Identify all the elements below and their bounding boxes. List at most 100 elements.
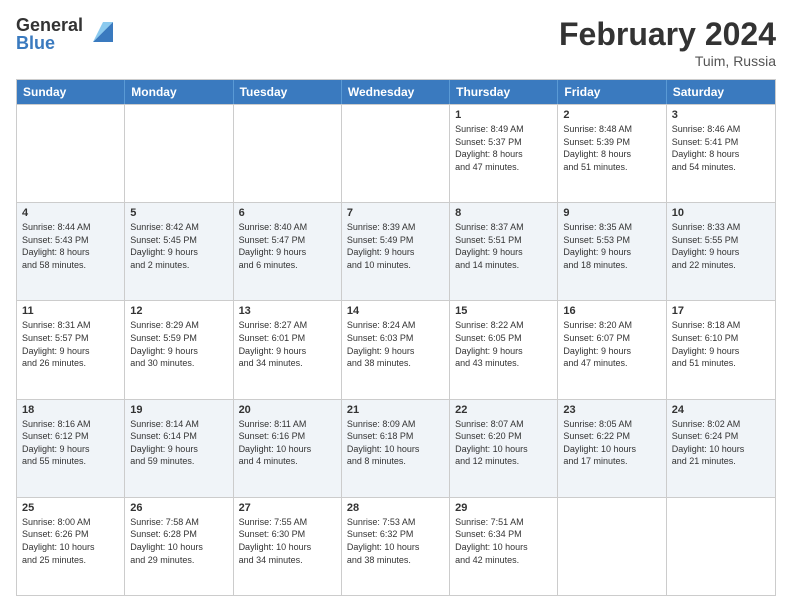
day-cell: 26Sunrise: 7:58 AM Sunset: 6:28 PM Dayli… — [125, 498, 233, 595]
day-number: 16 — [563, 305, 660, 317]
day-cell: 12 Sunrise: 8:29 AM Sunset: 5:59 PM Dayli… — [125, 301, 233, 398]
day-info: Sunrise: 8:44 AM Sunset: 5:43 PM Dayligh… — [22, 221, 119, 271]
day-number: 26 — [130, 502, 227, 514]
day-number: 29 — [455, 502, 552, 514]
day-info: Sunrise: 8:02 AM Sunset: 6:24 PM Dayligh… — [672, 418, 770, 468]
day-number: 4 — [22, 207, 119, 219]
empty-cell — [667, 498, 775, 595]
logo-text: General Blue — [16, 16, 83, 52]
day-info: Sunrise: 8:07 AM Sunset: 6:20 PM Dayligh… — [455, 418, 552, 468]
day-cell: 3 Sunrise: 8:46 AM Sunset: 5:41 PM Daylig… — [667, 105, 775, 202]
day-cell: 28 Sunrise: 7:53 AM Sunset: 6:32 PM Dayli… — [342, 498, 450, 595]
day-cell: 29 Sunrise: 7:51 AM Sunset: 6:34 PM Dayli… — [450, 498, 558, 595]
day-info: Sunrise: 8:22 AM Sunset: 6:05 PM Dayligh… — [455, 319, 552, 369]
day-cell: 17Sunrise: 8:18 AM Sunset: 6:10 PM Dayli… — [667, 301, 775, 398]
day-info: Sunrise: 8:42 AM Sunset: 5:45 PM Dayligh… — [130, 221, 227, 271]
empty-cell — [125, 105, 233, 202]
month-title: February 2024 — [559, 16, 776, 53]
logo-icon — [87, 16, 119, 48]
day-number: 15 — [455, 305, 552, 317]
day-number: 12 — [130, 305, 227, 317]
day-cell: 14 Sunrise: 8:24 AM Sunset: 6:03 PM Dayli… — [342, 301, 450, 398]
day-number: 17 — [672, 305, 770, 317]
empty-cell — [234, 105, 342, 202]
day-cell: 5 Sunrise: 8:42 AM Sunset: 5:45 PM Daylig… — [125, 203, 233, 300]
day-info: Sunrise: 8:37 AM Sunset: 5:51 PM Dayligh… — [455, 221, 552, 271]
header-wednesday: Wednesday — [342, 80, 450, 104]
day-cell: 25Sunrise: 8:00 AM Sunset: 6:26 PM Dayli… — [17, 498, 125, 595]
title-area: February 2024 Tuim, Russia — [559, 16, 776, 69]
day-cell: 2Sunrise: 8:48 AM Sunset: 5:39 PM Daylig… — [558, 105, 666, 202]
logo-blue: Blue — [16, 34, 83, 52]
day-cell: 6 Sunrise: 8:40 AM Sunset: 5:47 PM Daylig… — [234, 203, 342, 300]
day-number: 22 — [455, 404, 552, 416]
day-number: 24 — [672, 404, 770, 416]
day-cell: 11 Sunrise: 8:31 AM Sunset: 5:57 PM Dayli… — [17, 301, 125, 398]
header-sunday: Sunday — [17, 80, 125, 104]
day-number: 11 — [22, 305, 119, 317]
day-number: 5 — [130, 207, 227, 219]
day-cell: 22 Sunrise: 8:07 AM Sunset: 6:20 PM Dayli… — [450, 400, 558, 497]
day-cell: 9 Sunrise: 8:35 AM Sunset: 5:53 PM Daylig… — [558, 203, 666, 300]
day-cell: 18Sunrise: 8:16 AM Sunset: 6:12 PM Dayli… — [17, 400, 125, 497]
calendar: Sunday Monday Tuesday Wednesday Thursday… — [16, 79, 776, 596]
day-number: 3 — [672, 109, 770, 121]
day-cell: 8 Sunrise: 8:37 AM Sunset: 5:51 PM Daylig… — [450, 203, 558, 300]
day-info: Sunrise: 7:55 AM Sunset: 6:30 PM Dayligh… — [239, 516, 336, 566]
day-number: 21 — [347, 404, 444, 416]
day-number: 7 — [347, 207, 444, 219]
day-info: Sunrise: 8:31 AM Sunset: 5:57 PM Dayligh… — [22, 319, 119, 369]
day-cell: 27 Sunrise: 7:55 AM Sunset: 6:30 PM Dayli… — [234, 498, 342, 595]
header-thursday: Thursday — [450, 80, 558, 104]
day-number: 6 — [239, 207, 336, 219]
day-info: Sunrise: 8:09 AM Sunset: 6:18 PM Dayligh… — [347, 418, 444, 468]
day-info: Sunrise: 8:33 AM Sunset: 5:55 PM Dayligh… — [672, 221, 770, 271]
day-number: 8 — [455, 207, 552, 219]
day-number: 19 — [130, 404, 227, 416]
calendar-row: 25Sunrise: 8:00 AM Sunset: 6:26 PM Dayli… — [17, 497, 775, 595]
day-number: 25 — [22, 502, 119, 514]
day-cell: 16Sunrise: 8:20 AM Sunset: 6:07 PM Dayli… — [558, 301, 666, 398]
calendar-row: 4 Sunrise: 8:44 AM Sunset: 5:43 PM Daylig… — [17, 202, 775, 300]
day-info: Sunrise: 8:39 AM Sunset: 5:49 PM Dayligh… — [347, 221, 444, 271]
day-number: 9 — [563, 207, 660, 219]
logo: General Blue — [16, 16, 119, 52]
empty-cell — [342, 105, 450, 202]
day-cell: 20 Sunrise: 8:11 AM Sunset: 6:16 PM Dayli… — [234, 400, 342, 497]
day-cell: 4 Sunrise: 8:44 AM Sunset: 5:43 PM Daylig… — [17, 203, 125, 300]
day-number: 27 — [239, 502, 336, 514]
day-number: 14 — [347, 305, 444, 317]
day-cell: 10 Sunrise: 8:33 AM Sunset: 5:55 PM Dayli… — [667, 203, 775, 300]
day-cell: 7 Sunrise: 8:39 AM Sunset: 5:49 PM Daylig… — [342, 203, 450, 300]
day-info: Sunrise: 8:35 AM Sunset: 5:53 PM Dayligh… — [563, 221, 660, 271]
day-number: 10 — [672, 207, 770, 219]
header-monday: Monday — [125, 80, 233, 104]
calendar-row: 18Sunrise: 8:16 AM Sunset: 6:12 PM Dayli… — [17, 399, 775, 497]
location: Tuim, Russia — [559, 53, 776, 69]
logo-general: General — [16, 16, 83, 34]
day-info: Sunrise: 8:27 AM Sunset: 6:01 PM Dayligh… — [239, 319, 336, 369]
day-info: Sunrise: 8:49 AM Sunset: 5:37 PM Dayligh… — [455, 123, 552, 173]
day-info: Sunrise: 7:51 AM Sunset: 6:34 PM Dayligh… — [455, 516, 552, 566]
calendar-header: Sunday Monday Tuesday Wednesday Thursday… — [17, 80, 775, 104]
day-number: 1 — [455, 109, 552, 121]
day-info: Sunrise: 8:40 AM Sunset: 5:47 PM Dayligh… — [239, 221, 336, 271]
empty-cell — [17, 105, 125, 202]
day-number: 2 — [563, 109, 660, 121]
day-info: Sunrise: 8:16 AM Sunset: 6:12 PM Dayligh… — [22, 418, 119, 468]
day-cell: 23Sunrise: 8:05 AM Sunset: 6:22 PM Dayli… — [558, 400, 666, 497]
day-cell: 24 Sunrise: 8:02 AM Sunset: 6:24 PM Dayli… — [667, 400, 775, 497]
empty-cell — [558, 498, 666, 595]
day-number: 28 — [347, 502, 444, 514]
day-info: Sunrise: 8:29 AM Sunset: 5:59 PM Dayligh… — [130, 319, 227, 369]
page: General Blue February 2024 Tuim, Russia … — [0, 0, 792, 612]
day-info: Sunrise: 8:14 AM Sunset: 6:14 PM Dayligh… — [130, 418, 227, 468]
day-info: Sunrise: 8:46 AM Sunset: 5:41 PM Dayligh… — [672, 123, 770, 173]
day-cell: 21 Sunrise: 8:09 AM Sunset: 6:18 PM Dayli… — [342, 400, 450, 497]
day-info: Sunrise: 7:53 AM Sunset: 6:32 PM Dayligh… — [347, 516, 444, 566]
day-info: Sunrise: 8:24 AM Sunset: 6:03 PM Dayligh… — [347, 319, 444, 369]
calendar-row: 1 Sunrise: 8:49 AM Sunset: 5:37 PM Daylig… — [17, 104, 775, 202]
day-number: 20 — [239, 404, 336, 416]
day-number: 13 — [239, 305, 336, 317]
day-info: Sunrise: 8:11 AM Sunset: 6:16 PM Dayligh… — [239, 418, 336, 468]
